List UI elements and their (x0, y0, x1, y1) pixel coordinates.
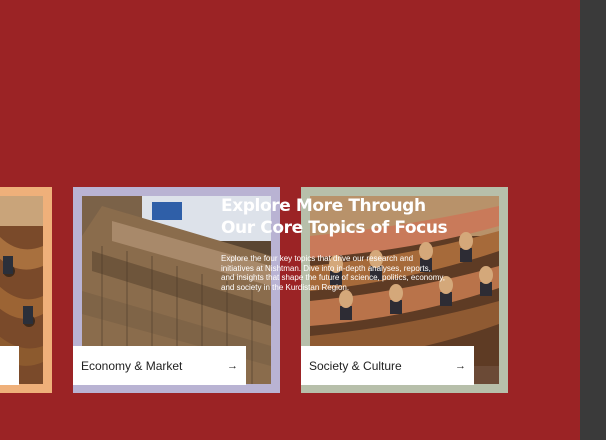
page-scrollbar[interactable] (580, 0, 606, 440)
card-label[interactable]: Economy & Market → (73, 346, 246, 385)
section-intro: Explore More Through Our Core Topics of … (221, 195, 451, 300)
card-label-text: Economy & Market (81, 358, 183, 373)
card-label[interactable]: Society & Culture → (301, 346, 474, 385)
section-heading: Explore More Through Our Core Topics of … (221, 196, 448, 238)
card-label[interactable]: → (0, 346, 19, 385)
arrow-right-icon: → (227, 359, 238, 372)
arrow-right-icon: → (0, 360, 9, 372)
card-label-text: Society & Culture (309, 358, 402, 373)
topic-card-partial[interactable]: → (0, 187, 52, 393)
section-description: Explore the four key topics that drive o… (221, 254, 445, 292)
arrow-right-icon: → (455, 359, 466, 372)
